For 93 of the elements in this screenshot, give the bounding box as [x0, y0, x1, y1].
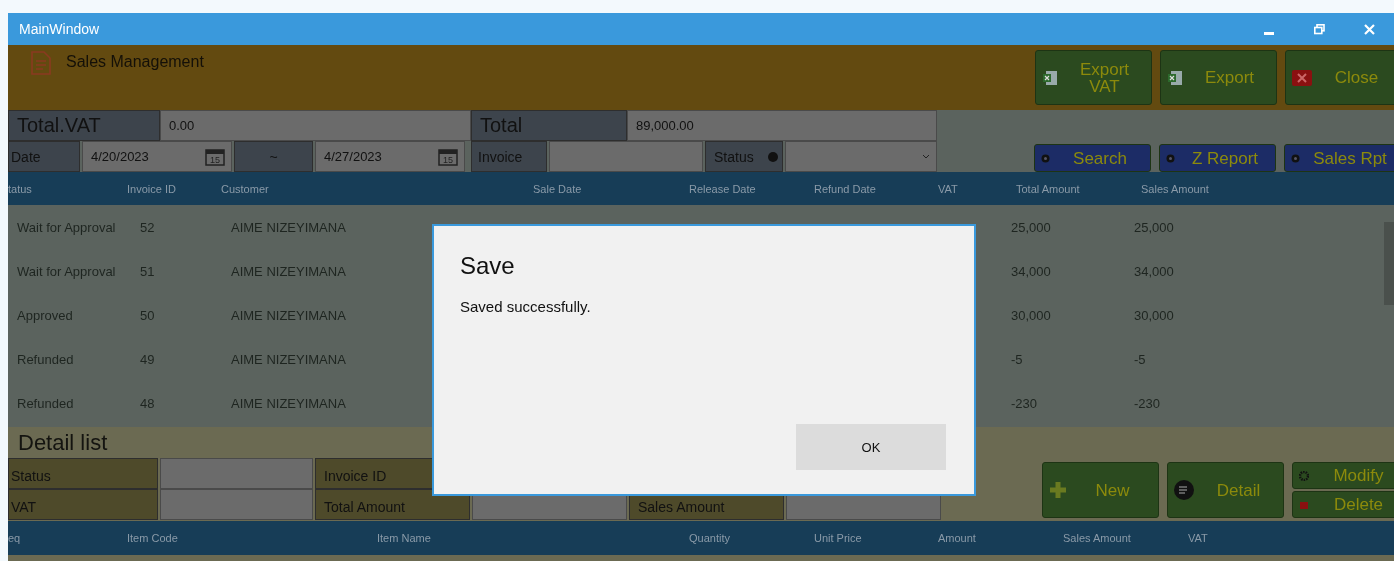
chevron-down-icon: [922, 154, 930, 159]
column-header: eq: [8, 532, 22, 544]
restore-icon: [1313, 23, 1325, 35]
summary-label: Total.VAT: [8, 110, 160, 141]
table-cell: 34,000: [1011, 263, 1051, 279]
close-icon: [1292, 69, 1312, 86]
status-dropdown[interactable]: [785, 141, 937, 172]
dialog-message: Saved successfully.: [460, 298, 592, 317]
column-header: Sales Amount: [1141, 182, 1210, 195]
table-cell: 25,000: [1134, 219, 1174, 235]
detail-field[interactable]: [160, 458, 313, 489]
table-cell: Refunded: [17, 351, 74, 367]
column-header: Item Name: [377, 532, 432, 544]
column-header: Amount: [938, 532, 977, 544]
action-button[interactable]: Detail: [1167, 462, 1284, 518]
table-cell: -5: [1011, 351, 1023, 367]
document-icon: [30, 51, 52, 75]
column-header: Invoice ID: [127, 182, 177, 195]
table-cell: Wait for Approval: [17, 263, 116, 279]
info-icon: [768, 151, 778, 162]
table-cell: -230: [1134, 395, 1161, 411]
column-header: Total Amount: [1016, 182, 1081, 195]
search-bar-button[interactable]: Z Report: [1159, 144, 1276, 172]
window-title: MainWindow: [19, 21, 101, 37]
summary-label: Total: [471, 110, 627, 141]
table-cell: 48: [140, 395, 155, 411]
table-cell: Approved: [17, 307, 73, 323]
summary-value-field: 89,000.00: [627, 110, 937, 141]
spreadsheet-icon: [1167, 69, 1183, 86]
column-header: Unit Price: [814, 532, 863, 544]
table-cell: AIME NIZEYIMANA: [231, 307, 346, 323]
plus-icon: [1049, 481, 1067, 499]
date-field[interactable]: 4/27/2023 15: [315, 141, 465, 172]
column-header: tatus: [8, 182, 33, 195]
calendar-icon: 15: [205, 147, 225, 166]
column-header: Item Code: [127, 532, 179, 544]
range-separator: ~: [234, 141, 313, 172]
delete-icon: [1299, 499, 1309, 510]
column-header: Sales Amount: [1063, 532, 1132, 544]
table-cell: AIME NIZEYIMANA: [231, 219, 346, 235]
dialog-title: Save: [460, 252, 516, 280]
summary-value-field: 0.00: [160, 110, 471, 141]
page-title: Sales Management: [66, 53, 204, 71]
column-header: VAT: [1188, 532, 1209, 544]
toolbar-button[interactable]: Export: [1160, 50, 1277, 105]
table-cell: 30,000: [1134, 307, 1174, 323]
search-icon: [1291, 153, 1300, 163]
search-bar-button[interactable]: Sales Rpt: [1284, 144, 1394, 172]
table-cell: 50: [140, 307, 155, 323]
detail-label: Total Amount: [315, 489, 470, 520]
date-field[interactable]: 4/20/2023 15: [82, 141, 232, 172]
table-cell: AIME NIZEYIMANA: [231, 263, 346, 279]
table-cell: -5: [1134, 351, 1146, 367]
gear-icon: [1299, 470, 1309, 481]
toolbar-button[interactable]: Close: [1285, 50, 1394, 105]
table-cell: Wait for Approval: [17, 219, 116, 235]
column-header: VAT: [938, 182, 959, 195]
minimize-icon: [1264, 31, 1274, 35]
action-button[interactable]: Delete: [1292, 491, 1394, 518]
table-cell: -230: [1011, 395, 1038, 411]
search-icon: [1041, 153, 1050, 163]
list-icon: [1174, 480, 1194, 500]
table-cell: AIME NIZEYIMANA: [231, 351, 346, 367]
calendar-icon: 15: [438, 147, 458, 166]
close-icon: [1363, 23, 1375, 35]
table-cell: 30,000: [1011, 307, 1051, 323]
column-header: Release Date: [689, 182, 757, 195]
invoice-label: Invoice: [471, 141, 547, 172]
status-label: Status: [705, 141, 783, 172]
table-cell: AIME NIZEYIMANA: [231, 395, 346, 411]
toolbar-button[interactable]: Export VAT: [1035, 50, 1152, 105]
section-title: Detail list: [18, 428, 108, 457]
ok-button[interactable]: OK: [796, 424, 946, 470]
table-cell: 51: [140, 263, 155, 279]
search-bar-button[interactable]: Search: [1034, 144, 1151, 172]
table-cell: 25,000: [1011, 219, 1051, 235]
table-cell: 52: [140, 219, 155, 235]
detail-label: Status: [8, 458, 158, 489]
action-button[interactable]: Modify: [1292, 462, 1394, 489]
date-label: Date: [8, 141, 80, 172]
column-header: Refund Date: [814, 182, 877, 195]
table-cell: 49: [140, 351, 155, 367]
column-header: Quantity: [689, 532, 731, 544]
spreadsheet-icon: [1042, 69, 1058, 86]
table-cell: Refunded: [17, 395, 74, 411]
column-header: Customer: [221, 182, 270, 195]
search-icon: [1166, 153, 1175, 163]
action-button[interactable]: New: [1042, 462, 1159, 518]
detail-field[interactable]: [160, 489, 313, 520]
invoice-field[interactable]: [549, 141, 703, 172]
column-header: Sale Date: [533, 182, 583, 195]
table-cell: 34,000: [1134, 263, 1174, 279]
detail-label: VAT: [8, 489, 158, 520]
